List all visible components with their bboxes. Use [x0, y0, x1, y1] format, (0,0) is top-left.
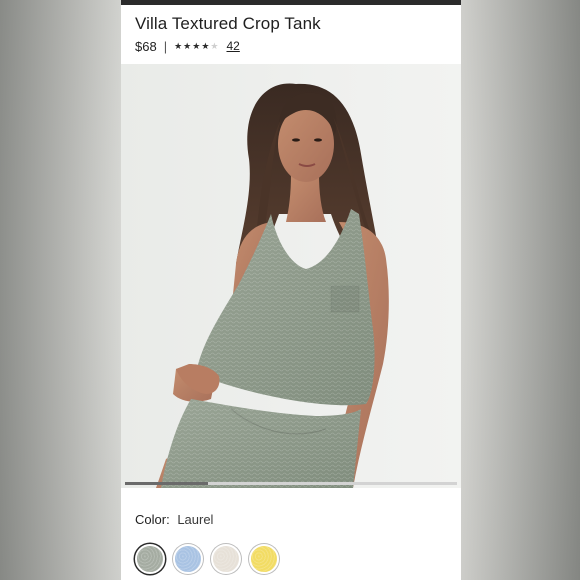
review-count-link[interactable]: 42 — [226, 39, 239, 53]
star-icon: ★ — [183, 40, 192, 51]
price-separator: | — [163, 38, 168, 54]
color-swatch[interactable] — [135, 544, 165, 574]
star-icon: ★ — [201, 40, 210, 51]
color-swatch[interactable] — [249, 544, 279, 574]
carousel-indicator-progress — [125, 482, 208, 485]
color-selection-label: Color: Laurel — [135, 512, 213, 527]
model-photo — [156, 83, 389, 488]
star-icon: ★ — [210, 40, 219, 51]
product-title: Villa Textured Crop Tank — [135, 14, 321, 33]
selected-color-name: Laurel — [177, 512, 214, 527]
color-label: Color: — [135, 512, 170, 527]
product-price: $68 — [135, 38, 157, 54]
price-rating-row: $68 | ★ ★ ★ ★ ★ 42 — [135, 38, 240, 54]
color-swatch[interactable] — [173, 544, 203, 574]
product-image[interactable] — [121, 64, 461, 488]
color-swatches — [135, 544, 279, 574]
color-swatch[interactable] — [211, 544, 241, 574]
star-icon: ★ — [174, 40, 183, 51]
star-rating[interactable]: ★ ★ ★ ★ ★ — [174, 41, 218, 52]
top-bar — [121, 0, 461, 5]
product-page: Villa Textured Crop Tank $68 | ★ ★ ★ ★ ★ 42 — [121, 0, 461, 580]
star-icon: ★ — [192, 40, 201, 51]
